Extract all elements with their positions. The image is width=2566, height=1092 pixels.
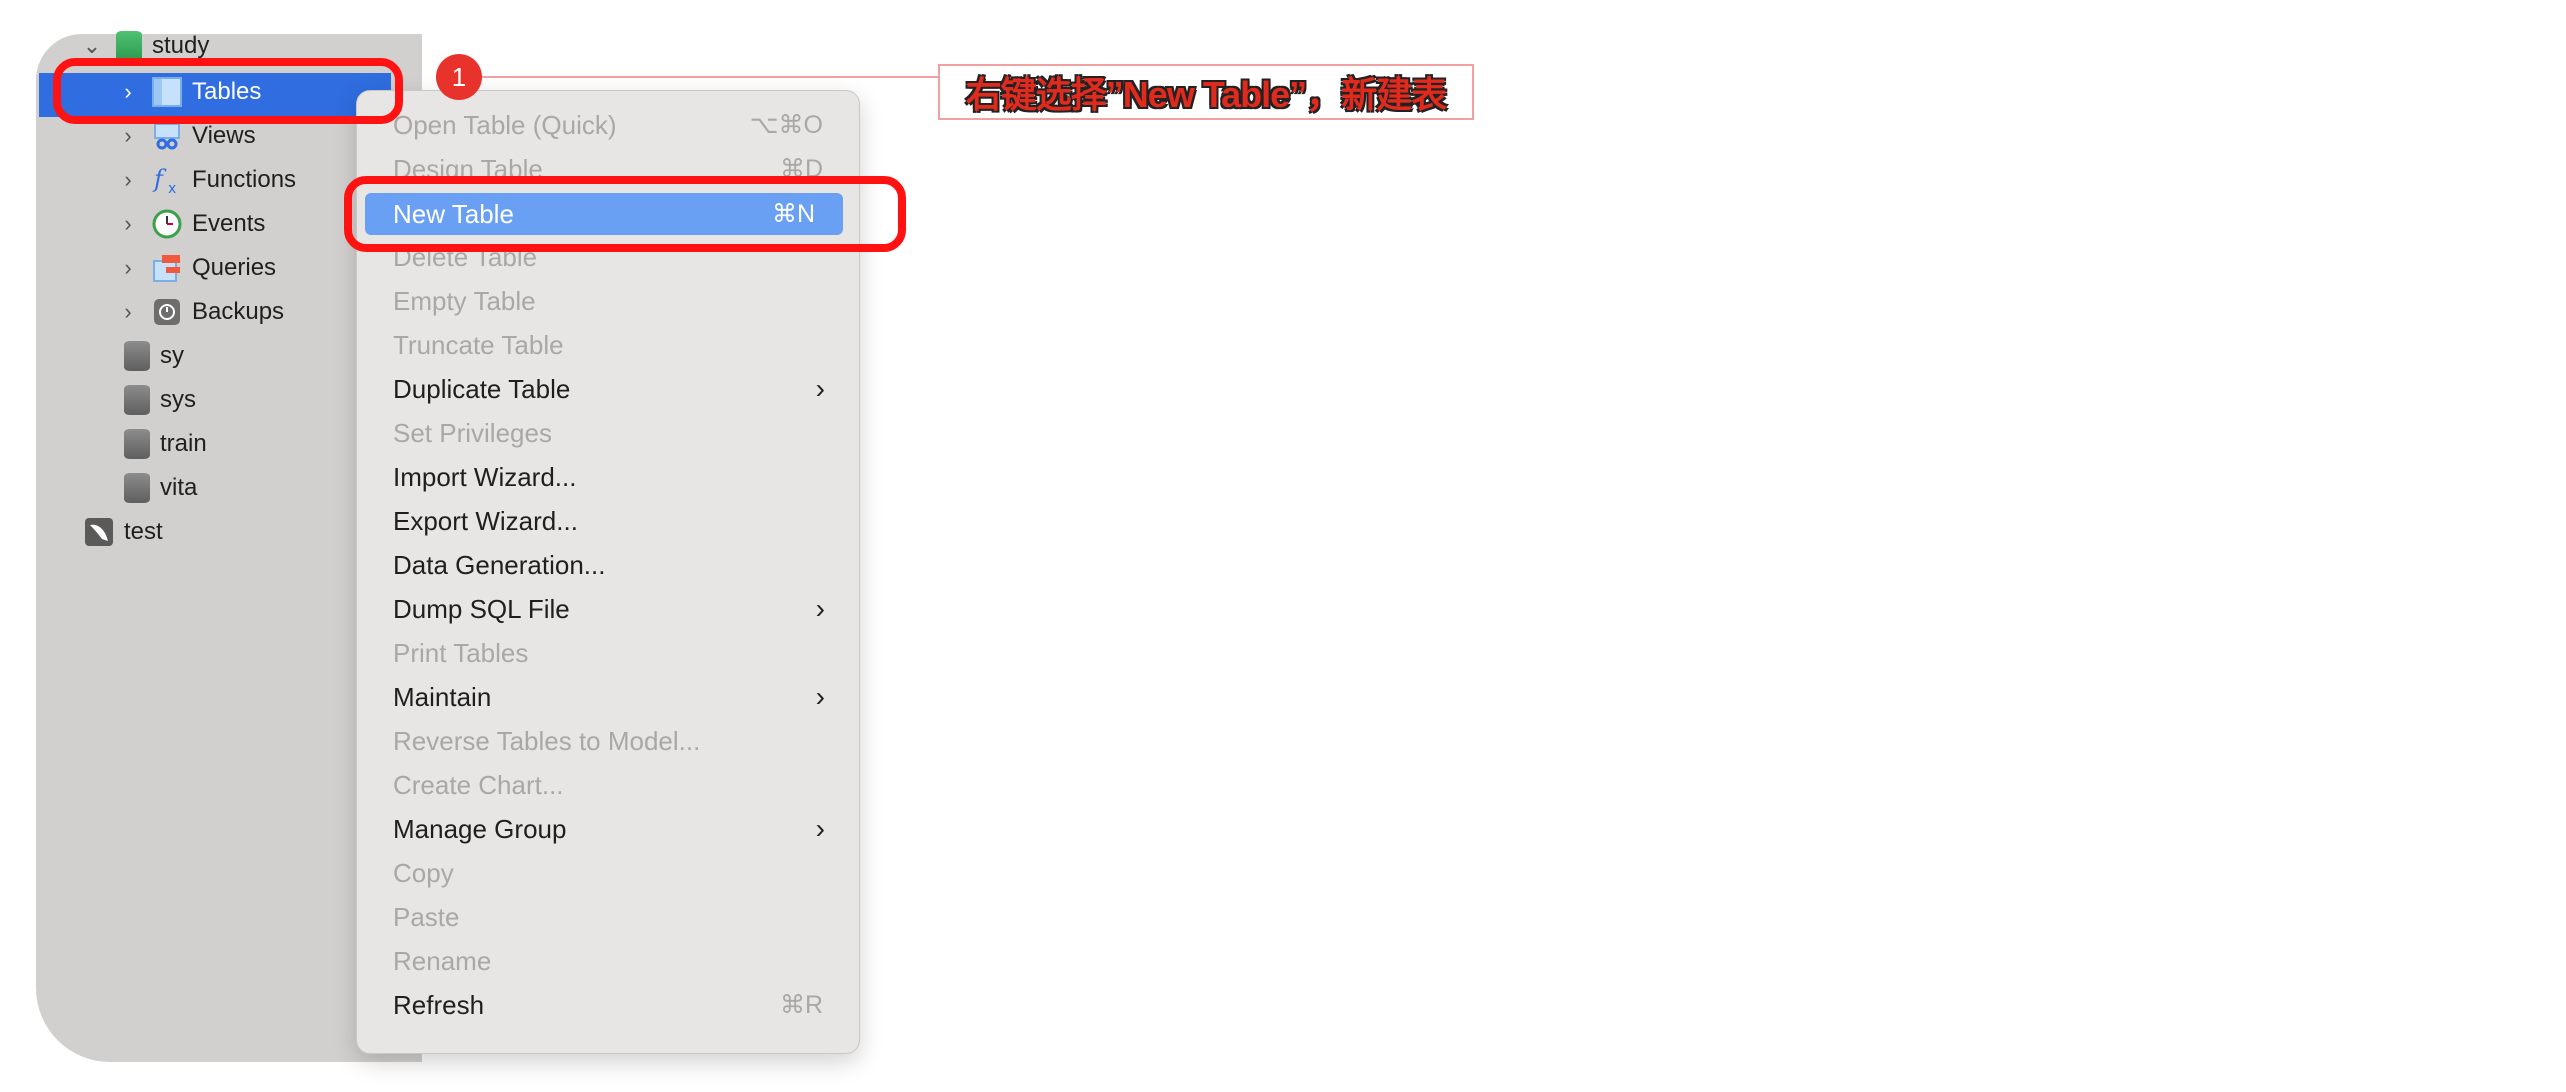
tree-item-label: study [152,32,210,59]
svg-text:f: f [152,165,167,193]
highlight-box-new-table [344,176,906,252]
tree-item-label: sy [160,342,184,369]
tree-item-test[interactable]: test [84,512,163,552]
views-icon [152,121,182,151]
menu-item-copy[interactable]: Copy [365,853,851,893]
tree-item-label: test [124,518,163,545]
menu-item-create-chart[interactable]: Create Chart... [365,765,851,805]
chevron-right-icon[interactable]: › [118,299,138,325]
menu-item-duplicate-table[interactable]: Duplicate Table › [365,369,851,409]
function-icon: fx [152,165,182,197]
menu-item-label: Export Wizard... [393,505,578,536]
menu-item-label: Duplicate Table [393,373,571,404]
chevron-right-icon[interactable]: › [118,167,138,193]
menu-item-dump-sql-file[interactable]: Dump SQL File › [365,589,851,629]
tree-item-events[interactable]: › Events [118,204,265,244]
menu-item-print-tables[interactable]: Print Tables [365,633,851,673]
menu-item-label: Open Table (Quick) [393,109,617,140]
database-icon [124,341,150,371]
menu-item-label: Empty Table [393,285,536,316]
submenu-arrow-icon: › [815,593,825,624]
menu-item-label: Truncate Table [393,329,564,360]
tree-item-label: train [160,430,207,457]
menu-item-label: Refresh [393,989,485,1020]
menu-item-label: Set Privileges [393,417,552,448]
database-icon [124,473,150,503]
submenu-arrow-icon: › [815,681,825,712]
connection-icon [84,517,114,547]
submenu-arrow-icon: › [815,373,825,404]
chevron-right-icon[interactable]: › [118,211,138,237]
menu-item-refresh[interactable]: Refresh ⌘R [365,985,851,1025]
svg-text:x: x [168,181,176,195]
database-icon [124,385,150,415]
backup-icon [152,297,182,327]
tree-item-label: vita [160,474,198,501]
menu-item-label: Dump SQL File [393,593,570,624]
menu-item-label: Rename [393,945,492,976]
tree-item-label: sys [160,386,196,413]
callout-text: 右键选择”New Table”，新建表 [938,64,1474,120]
menu-item-label: Paste [393,901,460,932]
chevron-right-icon[interactable]: › [118,123,138,149]
submenu-arrow-icon: › [815,813,825,844]
tree-item-label: Functions [192,166,297,193]
menu-item-label: Reverse Tables to Model... [393,725,701,756]
callout-connector [482,76,938,78]
clock-icon [152,209,182,239]
menu-item-open-table-quick[interactable]: Open Table (Quick) ⌥⌘O [365,105,851,145]
menu-item-manage-group[interactable]: Manage Group › [365,809,851,849]
menu-item-maintain[interactable]: Maintain › [365,677,851,717]
tree-item-label: Queries [192,254,277,281]
menu-item-paste[interactable]: Paste [365,897,851,937]
chevron-down-icon[interactable]: ⌄ [82,33,102,59]
tree-item-queries[interactable]: › Queries [118,248,276,288]
menu-item-empty-table[interactable]: Empty Table [365,281,851,321]
menu-item-import-wizard[interactable]: Import Wizard... [365,457,851,497]
menu-item-label: Data Generation... [393,549,606,580]
database-green-icon [116,31,142,61]
tree-item-sy[interactable]: sy [124,336,184,376]
tree-item-label: Events [192,210,266,237]
tree-item-backups[interactable]: › Backups [118,292,284,332]
tree-item-functions[interactable]: › fx Functions [118,160,296,200]
menu-item-data-generation[interactable]: Data Generation... [365,545,851,585]
database-icon [124,429,150,459]
shortcut-label: ⌥⌘O [749,111,823,139]
shortcut-label: ⌘R [779,991,823,1019]
menu-item-rename[interactable]: Rename [365,941,851,981]
tree-item-vita[interactable]: vita [124,468,197,508]
menu-item-label: Manage Group [393,813,567,844]
highlight-box-tables [53,58,403,124]
chevron-right-icon[interactable]: › [118,255,138,281]
step-badge: 1 [436,54,482,100]
menu-item-label: Import Wizard... [393,461,577,492]
menu-item-reverse-tables-to-model[interactable]: Reverse Tables to Model... [365,721,851,761]
menu-item-label: Maintain [393,681,492,712]
tree-item-label: Views [192,122,256,149]
menu-item-label: Create Chart... [393,769,564,800]
tree-item-train[interactable]: train [124,424,207,464]
menu-item-label: Print Tables [393,637,529,668]
menu-item-truncate-table[interactable]: Truncate Table [365,325,851,365]
menu-item-export-wizard[interactable]: Export Wizard... [365,501,851,541]
menu-item-label: Copy [393,857,454,888]
menu-item-set-privileges[interactable]: Set Privileges [365,413,851,453]
tree-item-label: Backups [192,298,285,325]
tree-item-sys[interactable]: sys [124,380,196,420]
queries-icon [152,253,182,283]
